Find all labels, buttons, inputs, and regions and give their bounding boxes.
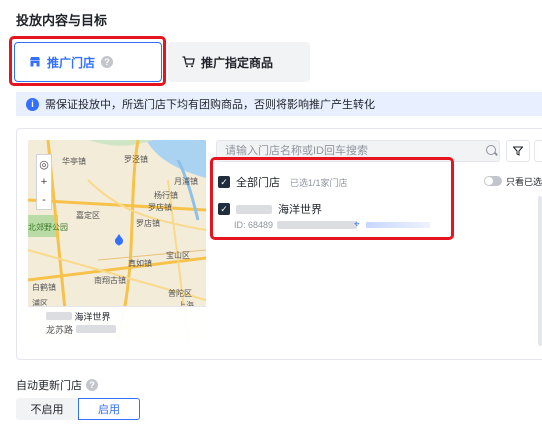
tab-promote-store[interactable]: 推广门店 ? [14,42,162,82]
locate-icon[interactable]: ◎ [39,158,49,171]
blurred-address [75,325,116,333]
auto-update-on-button[interactable]: 启用 [78,398,140,420]
map-label: 罗店镇 [148,203,172,212]
info-icon: i [26,97,39,111]
location-icon: ⌖ [354,219,360,230]
auto-update-label: 自动更新门店 [16,380,82,392]
section-title: 投放内容与目标 [16,13,108,28]
map-label: 罗店镇 [136,219,160,228]
only-selected-toggle[interactable] [484,176,502,186]
selected-count: 已选1/1家门店 [290,177,348,188]
list-scrollbar[interactable] [538,196,542,346]
map-label: 嘉定区 [76,211,100,220]
tab-promote-goods[interactable]: 推广指定商品 [168,42,310,82]
tab-promote-goods-label: 推广指定商品 [201,55,274,70]
map-label: 真如镇 [128,259,152,268]
store-search-input[interactable]: 请输入门店名称或ID回车搜索 [216,140,500,162]
select-all-row[interactable]: ✓ 全部门店 已选1/1家门店 [218,174,348,190]
map-card-name: 海洋世界 [74,312,111,322]
map-label: 罗泾镇 [124,155,148,164]
blurred-store-name [236,204,272,214]
notice-text: 需保证投放中，所选门店下均有团购商品，否则将影响推广产生转化 [45,99,375,111]
auto-update-title: 自动更新门店 ? [16,377,98,393]
select-all-checkbox[interactable]: ✓ [218,176,230,188]
search-icon[interactable] [486,145,496,155]
blurred-name [46,312,72,320]
notice-bar: i 需保证投放中，所选门店下均有团购商品，否则将影响推广产生转化 [16,92,542,116]
more-button[interactable] [534,140,542,162]
zoom-out-button[interactable]: - [42,194,46,206]
filter-icon [513,146,523,156]
cart-icon [182,56,195,68]
filter-button[interactable] [506,140,530,162]
auto-update-off-button[interactable]: 不启用 [16,398,78,420]
map-store-card: 海洋世界 龙苏路 [28,306,206,340]
map-label: 华亭镇 [62,157,86,166]
store-id-row: ID: 68489 [234,220,358,230]
select-all-label: 全部门店 [236,177,280,189]
map-label: 普陀区 [168,289,192,298]
map-label: 北郊野公园 [28,223,68,232]
store-name: 海洋世界 [278,204,322,216]
tab-promote-store-label: 推广门店 [47,55,96,70]
zoom-in-button[interactable]: + [41,176,47,188]
map-controls: ◎ + - [36,154,52,210]
store-item[interactable]: ✓ 海洋世界 [218,201,322,217]
only-selected-label: 只看已选门 [506,177,542,187]
map-label: 南翔古镇 [94,276,126,285]
map-label: 月浦镇 [174,177,198,186]
help-icon[interactable]: ? [86,379,98,391]
help-icon[interactable]: ? [101,56,114,68]
map-label: 宝山区 [166,251,190,260]
blurred-location [366,222,430,228]
map-card-address: 龙苏路 [46,325,74,335]
map-label: 白鹤镇 [32,283,56,292]
store-id: ID: 68489 [234,220,274,230]
store-icon [30,57,40,67]
map-label: 杨行镇 [154,191,178,200]
blurred-id [277,221,358,229]
store-checkbox[interactable]: ✓ [218,203,230,215]
